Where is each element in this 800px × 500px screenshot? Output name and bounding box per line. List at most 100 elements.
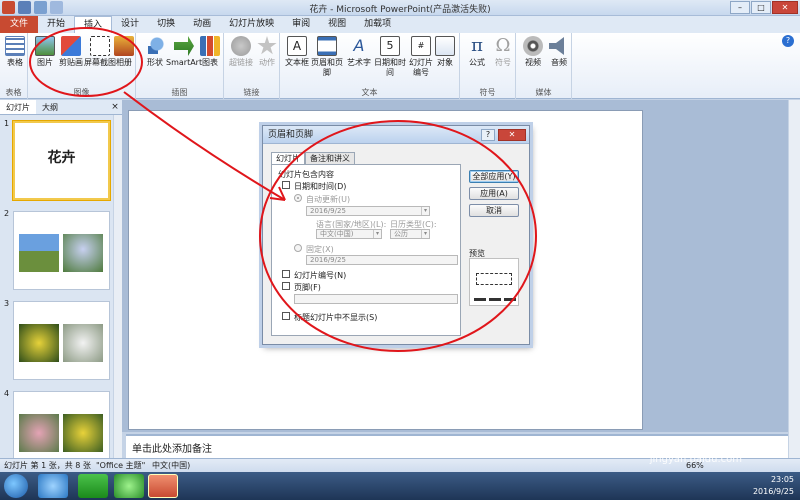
hide-on-title-checkbox[interactable] xyxy=(282,312,290,320)
object-button-label: 对象 xyxy=(437,58,453,67)
tab-transitions[interactable]: 切换 xyxy=(148,16,184,33)
slide-thumbnail-1[interactable]: 花卉 xyxy=(13,121,110,200)
dialog-help-icon[interactable]: ? xyxy=(481,129,495,141)
datetime-button[interactable]: 5 日期和时间 xyxy=(372,36,408,78)
tab-home[interactable]: 开始 xyxy=(38,16,74,33)
dialog-tab-notes-handouts[interactable]: 备注和讲义 xyxy=(305,152,355,164)
tab-outline[interactable]: 大纲 xyxy=(36,100,64,114)
white-flower-photo xyxy=(63,324,103,362)
tab-file[interactable]: 文件 xyxy=(0,16,39,33)
slide-thumbnail-2[interactable] xyxy=(13,211,110,290)
footer-label: 页脚(F) xyxy=(294,283,321,292)
wordart-button-label: 艺术字 xyxy=(347,58,371,67)
speaker-icon xyxy=(549,37,564,55)
footer-checkbox[interactable] xyxy=(282,282,290,290)
textbox-icon: A xyxy=(287,36,307,56)
dialog-title-bar: 页眉和页脚 ? ✕ xyxy=(263,126,529,144)
close-window-button[interactable]: ✕ xyxy=(772,1,798,14)
table-icon xyxy=(5,36,25,56)
group-table-label: 表格 xyxy=(5,88,22,97)
pane-close-icon[interactable]: × xyxy=(108,100,122,114)
chevron-down-icon: ▾ xyxy=(421,230,429,238)
group-symbols: π 公式 Ω 符号 符号 xyxy=(460,33,516,99)
clipart-icon xyxy=(61,36,81,56)
fixed-date-input[interactable]: 2016/9/25 xyxy=(306,255,458,265)
theme-name: "Office 主题" xyxy=(96,461,146,470)
dialog-tabs: 幻灯片 备注和讲义 xyxy=(271,152,355,164)
dialog-tab-slide[interactable]: 幻灯片 xyxy=(271,152,305,164)
slide-thumbnail-4[interactable] xyxy=(13,391,110,458)
wordart-button[interactable]: A 艺术字 xyxy=(344,36,374,68)
footer-input[interactable] xyxy=(294,294,458,304)
language-status[interactable]: 中文(中国) xyxy=(152,459,190,472)
dialog-panel: 幻灯片包含内容 日期和时间(D) 自动更新(U) 2016/9/25 ▾ 语言(国… xyxy=(271,164,461,336)
tab-design[interactable]: 设计 xyxy=(112,16,148,33)
auto-update-radio[interactable] xyxy=(294,194,302,202)
picture-icon xyxy=(35,36,55,56)
auto-date-select[interactable]: 2016/9/25 ▾ xyxy=(306,206,430,216)
system-clock[interactable]: 23:05 2016/9/25 xyxy=(753,474,794,498)
chart-button[interactable]: 图表 xyxy=(198,36,222,68)
cancel-button[interactable]: 取消 xyxy=(469,204,519,217)
apply-button[interactable]: 应用(A) xyxy=(469,187,519,200)
auto-update-label: 自动更新(U) xyxy=(306,195,351,204)
audio-button[interactable]: 音频 xyxy=(544,36,574,68)
slide-thumbnails: 1 花卉 2 3 4 xyxy=(0,115,122,458)
slide-thumbnail-3[interactable] xyxy=(13,301,110,380)
smartart-button[interactable]: SmartArt xyxy=(166,36,202,68)
fixed-radio[interactable] xyxy=(294,244,302,252)
datetime-checkbox[interactable] xyxy=(282,181,290,189)
clipart-button[interactable]: 剪贴画 xyxy=(56,36,86,68)
tab-addins[interactable]: 加载项 xyxy=(355,16,400,33)
preview-footer-right xyxy=(504,298,516,301)
chevron-down-icon: ▾ xyxy=(373,230,381,238)
film-reel-icon xyxy=(523,36,543,56)
tab-animations[interactable]: 动画 xyxy=(184,16,220,33)
hyperlink-button-label: 超链接 xyxy=(229,58,253,67)
language-value: 中文(中国) xyxy=(320,230,354,238)
slide-number-checkbox[interactable] xyxy=(282,270,290,278)
thumbnail-scrollbar[interactable] xyxy=(113,115,122,458)
header-footer-dialog: 页眉和页脚 ? ✕ 幻灯片 备注和讲义 幻灯片包含内容 日期和时间(D) 自动更… xyxy=(262,125,530,345)
header-footer-button[interactable]: 页眉和页脚 xyxy=(308,36,346,78)
dialog-close-button[interactable]: ✕ xyxy=(498,129,526,141)
language-select[interactable]: 中文(中国) ▾ xyxy=(316,229,382,239)
taskbar: 23:05 2016/9/25 xyxy=(0,472,800,500)
tab-slideshow[interactable]: 幻灯片放映 xyxy=(220,16,283,33)
calendar-select[interactable]: 公历 ▾ xyxy=(390,229,430,239)
chart-button-label: 图表 xyxy=(202,58,218,67)
object-button[interactable]: 对象 xyxy=(432,36,458,68)
window-title: 花卉 - Microsoft PowerPoint(产品激活失败) xyxy=(309,5,491,15)
clipart-button-label: 剪贴画 xyxy=(59,58,83,67)
table-button[interactable]: 表格 xyxy=(0,36,30,68)
360-browser-icon[interactable] xyxy=(114,474,144,498)
wordart-icon: A xyxy=(353,36,365,55)
baidu-watermark-url: jingyan.baidu.com xyxy=(649,454,742,465)
apply-all-button[interactable]: 全部应用(Y) xyxy=(469,170,519,183)
preview-footer-center xyxy=(489,298,501,301)
globe-link-icon xyxy=(231,36,251,56)
main-scrollbar[interactable] xyxy=(788,100,800,458)
iqiyi-icon[interactable] xyxy=(78,474,108,498)
powerpoint-taskbar-icon[interactable] xyxy=(148,474,178,498)
group-images-label: 图像 xyxy=(73,88,90,97)
tab-view[interactable]: 视图 xyxy=(319,16,355,33)
tab-review[interactable]: 审阅 xyxy=(283,16,319,33)
group-symbols-label: 符号 xyxy=(479,88,496,97)
tab-slides[interactable]: 幻灯片 xyxy=(0,100,36,114)
photo-album-button[interactable]: 相册 xyxy=(112,36,136,68)
shapes-button-label: 形状 xyxy=(147,58,163,67)
minimize-button[interactable]: – xyxy=(730,1,750,14)
omega-icon: Ω xyxy=(495,35,511,56)
start-button[interactable] xyxy=(4,474,28,498)
preview-box xyxy=(469,258,519,306)
tab-insert[interactable]: 插入 xyxy=(74,16,113,33)
slide-number: 3 xyxy=(4,299,10,308)
symbol-button[interactable]: Ω 符号 xyxy=(488,36,518,68)
maximize-button[interactable]: □ xyxy=(751,1,771,14)
group-links-label: 链接 xyxy=(243,88,260,97)
help-icon[interactable]: ? xyxy=(782,35,794,47)
action-button[interactable]: 动作 xyxy=(252,36,282,68)
slide-number: 2 xyxy=(4,209,10,218)
ie-browser-icon[interactable] xyxy=(38,474,68,498)
